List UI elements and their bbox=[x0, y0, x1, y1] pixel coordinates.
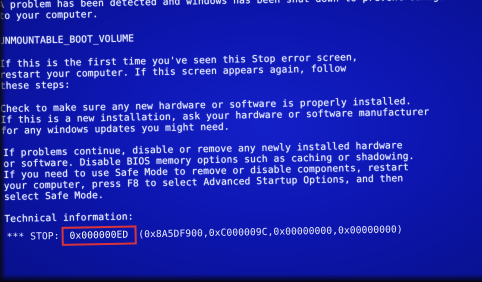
stop-code-highlight: 0x000000ED bbox=[61, 225, 137, 246]
error-line-18: select Safe Mode. bbox=[3, 190, 104, 203]
monitor-bezel-left bbox=[0, 0, 6, 282]
technical-info-label: Technical information: bbox=[4, 211, 134, 225]
monitor-bezel-bottom bbox=[0, 274, 482, 282]
bsod-screen: A problem has been detected and windows … bbox=[0, 0, 482, 282]
stop-parameters: (0x8A5DF900,0xC000009C,0x00000000,0x0000… bbox=[138, 224, 403, 241]
stop-line: *** STOP: 0x000000ED (0x8A5DF900,0xC000009… bbox=[6, 220, 403, 247]
error-line-2: to your computer. bbox=[0, 9, 99, 23]
error-line-8: these steps: bbox=[0, 79, 71, 93]
stop-prefix: *** STOP: bbox=[6, 230, 60, 243]
error-code-name: UNMOUNTABLE_BOOT_VOLUME bbox=[0, 33, 135, 48]
